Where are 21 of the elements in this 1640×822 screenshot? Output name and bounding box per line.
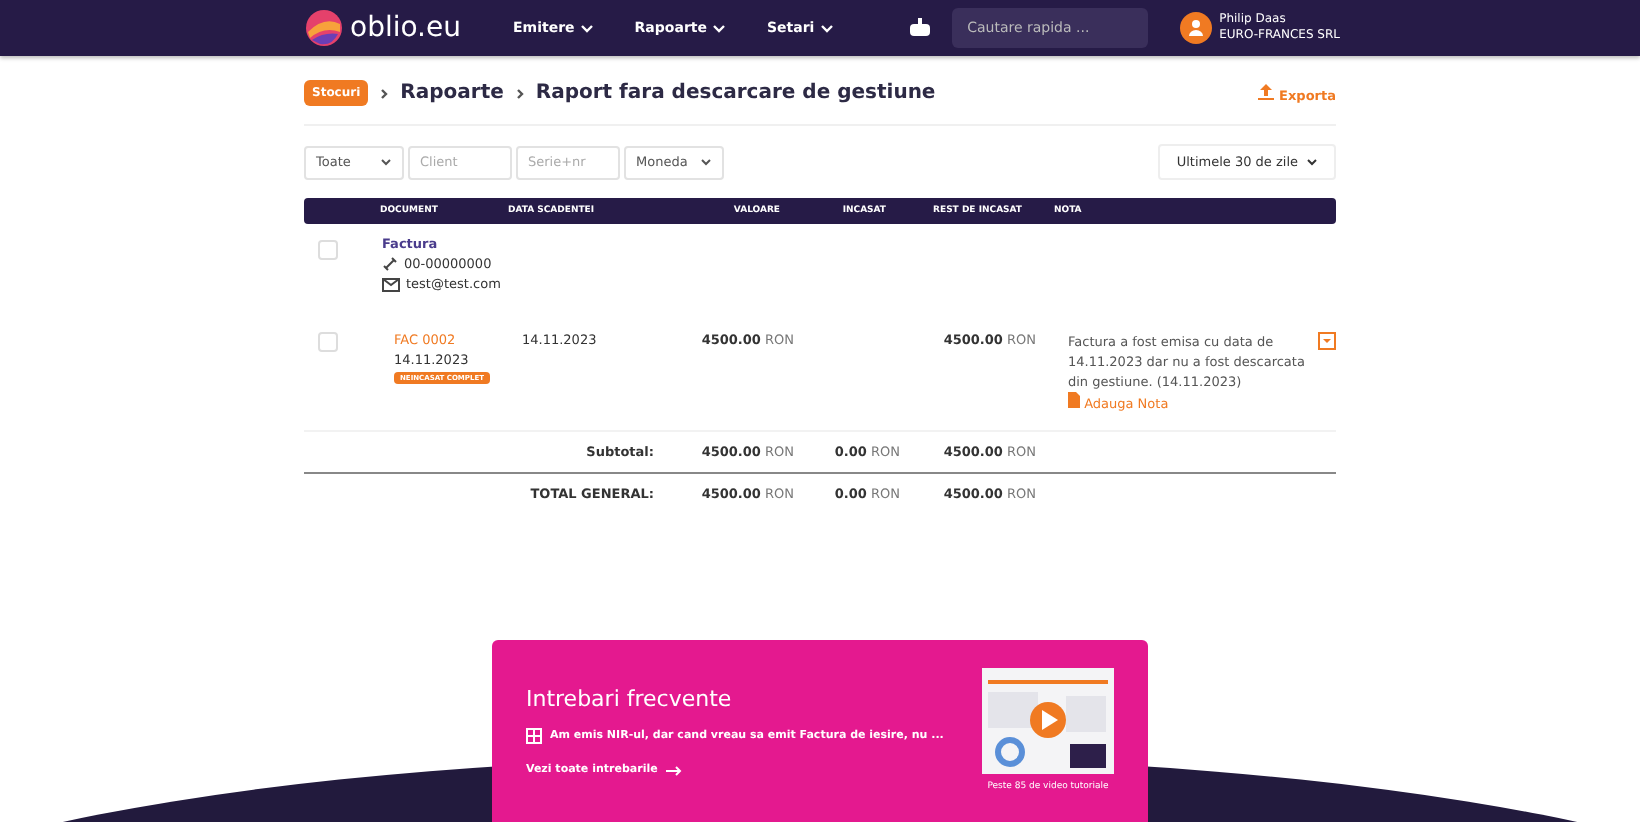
caret-icon [820, 23, 835, 33]
breadcrumb-item: Raport fara descarcare de gestiune [535, 82, 936, 104]
row-checkbox[interactable] [318, 240, 338, 260]
expand-icon[interactable] [1318, 332, 1336, 350]
video-thumbnail[interactable] [982, 668, 1114, 774]
breadcrumb-item[interactable]: Rapoarte [400, 82, 504, 104]
mail-icon [382, 277, 400, 291]
chevron-icon [380, 87, 389, 99]
caret-icon [700, 158, 712, 166]
logo-text: oblio.eu [350, 12, 461, 44]
chevron-icon [515, 87, 524, 99]
faq-title: Intrebari frecvente [526, 686, 734, 712]
avatar-icon[interactable] [1179, 12, 1212, 44]
upload-icon [1258, 83, 1275, 99]
caret-icon [380, 158, 392, 166]
caret-icon [1306, 158, 1318, 166]
logo-icon [304, 8, 344, 48]
arrow-icon [665, 765, 682, 775]
caret-icon [580, 23, 595, 33]
row-checkbox[interactable] [318, 332, 338, 352]
caret-icon [712, 23, 727, 33]
